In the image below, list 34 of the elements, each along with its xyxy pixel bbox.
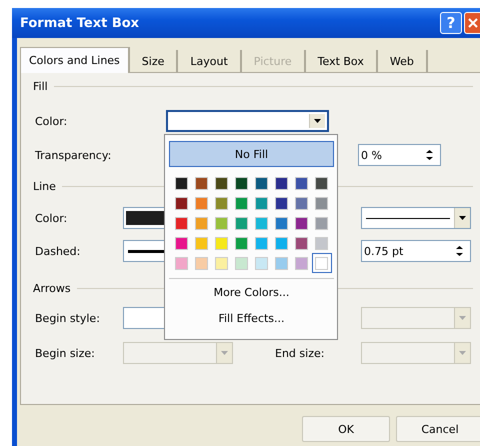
field-label: Begin style: bbox=[34, 312, 101, 324]
close-button[interactable] bbox=[464, 12, 480, 34]
dropdown-arrow-icon bbox=[459, 351, 466, 355]
fill-color-dropdown[interactable] bbox=[166, 110, 329, 132]
spin-arrows-icon bbox=[425, 149, 434, 161]
spin-arrows-icon bbox=[455, 245, 464, 257]
field-label: Dashed: bbox=[34, 244, 82, 258]
more-colors-item[interactable]: More Colors... bbox=[208, 279, 296, 305]
dialog-button[interactable]: OK bbox=[302, 416, 390, 442]
window-title: Format Text Box bbox=[20, 16, 140, 30]
spinbox-value: 0 % bbox=[361, 148, 382, 162]
spinbox-value: 0.75 pt bbox=[364, 244, 404, 258]
close-icon bbox=[468, 18, 478, 28]
dropdown-arrow-icon bbox=[314, 119, 321, 123]
dropdown-arrow-icon bbox=[221, 351, 228, 355]
field-label: Transparency: bbox=[34, 148, 112, 162]
field-label: Color: bbox=[34, 212, 68, 224]
field-label: Color: bbox=[34, 114, 68, 128]
section-heading: Arrows bbox=[33, 282, 71, 294]
transparency-spinbox[interactable]: 0 % bbox=[358, 144, 441, 166]
weight-spinbox[interactable]: 0.75 pt bbox=[361, 240, 471, 262]
field-label: Begin size: bbox=[34, 346, 96, 360]
fill-effects-item[interactable]: Fill Effects... bbox=[212, 305, 291, 331]
dialog-button[interactable]: Cancel bbox=[396, 416, 480, 442]
field-label: End size: bbox=[274, 346, 326, 360]
tab[interactable]: Colors and Lines bbox=[20, 47, 130, 73]
section-heading: Line bbox=[33, 180, 56, 192]
section-heading: Fill bbox=[33, 80, 48, 92]
dropdown-arrow-icon bbox=[459, 316, 466, 320]
color-swatch[interactable] bbox=[312, 253, 332, 273]
no-fill-button[interactable]: No Fill bbox=[169, 141, 334, 167]
dropdown-arrow-icon bbox=[459, 216, 466, 220]
help-button[interactable]: ? bbox=[440, 12, 462, 34]
line-style-dropdown[interactable] bbox=[361, 207, 471, 229]
